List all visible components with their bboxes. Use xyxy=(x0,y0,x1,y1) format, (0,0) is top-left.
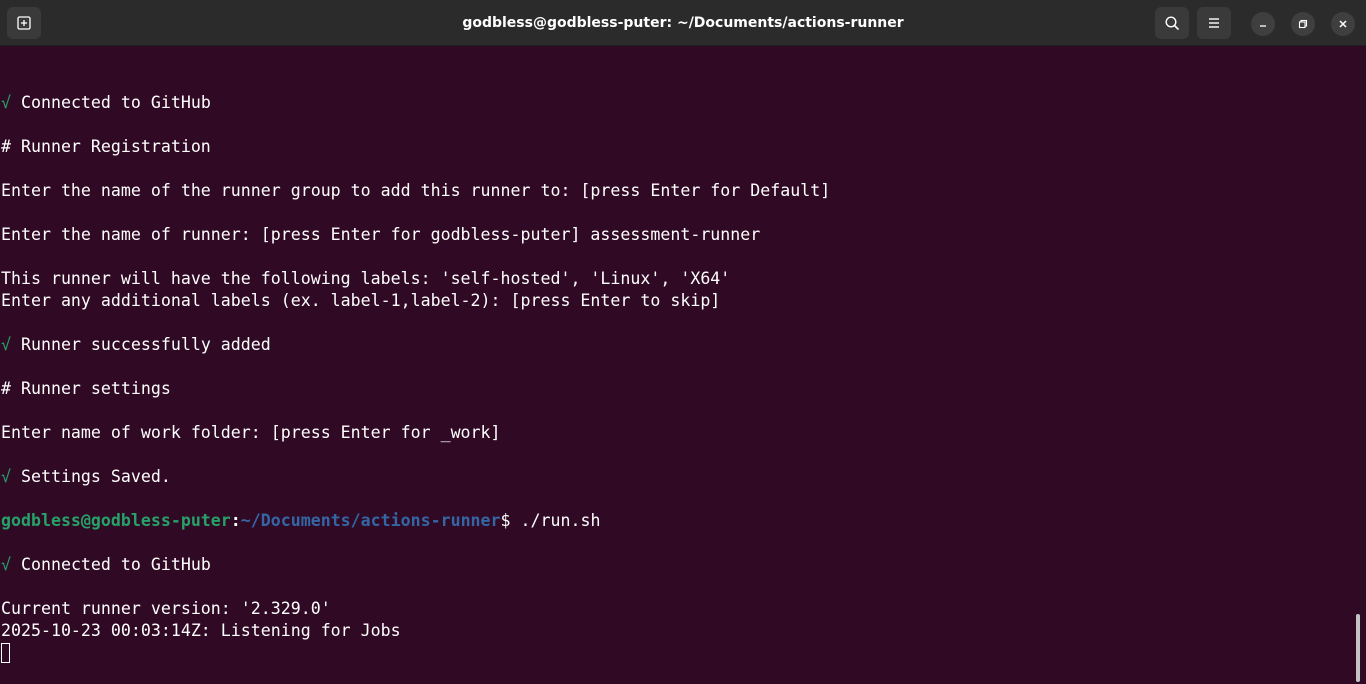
terminal-output[interactable]: √ Connected to GitHub # Runner Registrat… xyxy=(0,46,1366,684)
search-button[interactable] xyxy=(1155,7,1189,39)
title-bar[interactable]: godbless@godbless-puter: ~/Documents/act… xyxy=(0,0,1366,46)
terminal-line: Enter the name of runner: [press Enter f… xyxy=(1,225,761,244)
check-mark-icon: √ xyxy=(1,555,11,574)
close-button[interactable] xyxy=(1331,12,1355,36)
terminal-window: godbless@godbless-puter: ~/Documents/act… xyxy=(0,0,1366,684)
search-icon xyxy=(1165,16,1179,30)
prompt-command: ./run.sh xyxy=(510,511,601,530)
terminal-line: Current runner version: '2.329.0' xyxy=(1,599,331,618)
terminal-line: 2025-10-23 00:03:14Z: Listening for Jobs xyxy=(1,621,401,640)
minimize-button[interactable] xyxy=(1251,12,1275,36)
close-icon xyxy=(1339,20,1347,28)
prompt-symbol: $ xyxy=(500,511,511,530)
terminal-line: √ Connected to GitHub xyxy=(1,93,211,112)
check-mark-icon: √ xyxy=(1,335,11,354)
terminal-line: # Runner settings xyxy=(1,379,171,398)
terminal-line: This runner will have the following labe… xyxy=(1,269,731,288)
scrollbar-thumb[interactable] xyxy=(1356,614,1360,682)
menu-button[interactable] xyxy=(1197,7,1231,39)
shell-prompt-line: godbless@godbless-puter:~/Documents/acti… xyxy=(1,510,600,532)
terminal-line: # Runner Registration xyxy=(1,137,211,156)
terminal-line: √ Runner successfully added xyxy=(1,335,271,354)
prompt-user-host: godbless@godbless-puter xyxy=(1,511,231,530)
minimize-icon xyxy=(1260,25,1266,27)
check-mark-icon: √ xyxy=(1,467,11,486)
new-tab-icon xyxy=(17,16,31,30)
terminal-line: √ Connected to GitHub xyxy=(1,555,211,574)
terminal-line: Enter any additional labels (ex. label-1… xyxy=(1,291,721,310)
hamburger-menu-icon xyxy=(1209,18,1219,28)
new-tab-button[interactable] xyxy=(7,7,41,39)
terminal-line: Enter the name of the runner group to ad… xyxy=(1,181,831,200)
prompt-path: ~/Documents/actions-runner xyxy=(240,511,501,530)
maximize-icon xyxy=(1298,19,1308,29)
terminal-line: √ Settings Saved. xyxy=(1,467,171,486)
terminal-line: Enter name of work folder: [press Enter … xyxy=(1,423,501,442)
text-cursor xyxy=(1,643,10,663)
maximize-button[interactable] xyxy=(1291,12,1315,36)
check-mark-icon: √ xyxy=(1,93,11,112)
prompt-colon: : xyxy=(230,511,241,530)
